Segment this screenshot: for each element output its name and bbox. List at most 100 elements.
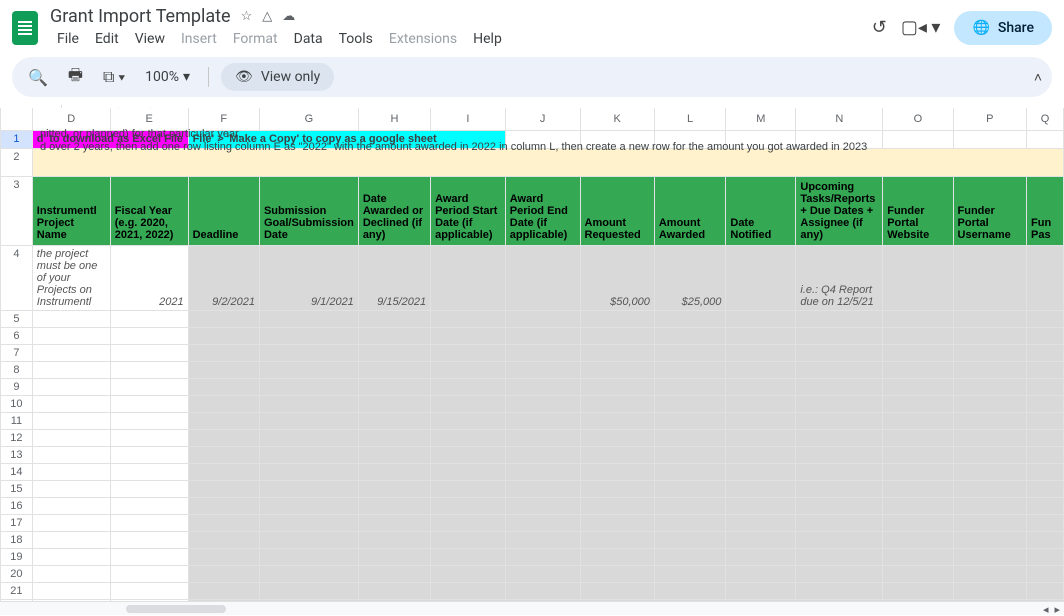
cell[interactable]	[358, 361, 430, 378]
menu-help[interactable]: Help	[466, 29, 509, 49]
cell[interactable]	[580, 480, 654, 497]
horizontal-scrollbar[interactable]: ◂ ▸	[0, 601, 1064, 615]
cell[interactable]	[431, 361, 506, 378]
row-header[interactable]: 18	[1, 531, 33, 548]
cell[interactable]	[726, 446, 796, 463]
cell[interactable]	[188, 327, 259, 344]
header-cell[interactable]: Instrumentl Project Name	[32, 176, 110, 245]
cell[interactable]	[883, 361, 953, 378]
cell[interactable]	[1027, 412, 1064, 429]
row-header[interactable]: 17	[1, 514, 33, 531]
cell[interactable]	[259, 429, 358, 446]
cell[interactable]	[796, 395, 883, 412]
cell[interactable]	[188, 548, 259, 565]
cell[interactable]	[883, 463, 953, 480]
header-cell[interactable]: Amount Requested	[580, 176, 654, 245]
cell[interactable]	[110, 378, 188, 395]
col-header[interactable]: P	[953, 108, 1026, 130]
menu-view[interactable]: View	[128, 29, 172, 49]
cell[interactable]	[358, 582, 430, 599]
cell[interactable]	[1027, 130, 1064, 148]
cell[interactable]	[259, 463, 358, 480]
scroll-left-icon[interactable]: ◂	[1043, 603, 1049, 616]
cell[interactable]	[953, 480, 1026, 497]
cell[interactable]	[1027, 480, 1064, 497]
cell[interactable]	[110, 446, 188, 463]
cell[interactable]	[259, 412, 358, 429]
cell[interactable]	[796, 361, 883, 378]
cell[interactable]	[1027, 463, 1064, 480]
cell[interactable]	[883, 130, 953, 148]
row-header[interactable]: 5	[1, 310, 33, 327]
cell[interactable]	[32, 378, 110, 395]
cell[interactable]	[32, 531, 110, 548]
cell[interactable]	[726, 130, 796, 148]
header-cell[interactable]: Amount Awarded	[654, 176, 726, 245]
cell[interactable]	[1027, 514, 1064, 531]
cell[interactable]	[726, 344, 796, 361]
cell[interactable]	[32, 361, 110, 378]
cell[interactable]	[110, 497, 188, 514]
cell[interactable]	[431, 412, 506, 429]
header-cell[interactable]: Upcoming Tasks/Reports + Due Dates + Ass…	[796, 176, 883, 245]
cell[interactable]	[726, 480, 796, 497]
cell[interactable]: $25,000	[654, 245, 726, 310]
col-header[interactable]: Q	[1027, 108, 1064, 130]
col-header[interactable]: M	[726, 108, 796, 130]
cell[interactable]	[1027, 429, 1064, 446]
cell[interactable]	[188, 310, 259, 327]
cell[interactable]	[188, 361, 259, 378]
cell[interactable]	[883, 327, 953, 344]
cell[interactable]	[654, 497, 726, 514]
cell[interactable]	[358, 378, 430, 395]
cell[interactable]	[110, 310, 188, 327]
cell[interactable]	[32, 429, 110, 446]
cell[interactable]	[259, 344, 358, 361]
spreadsheet-grid[interactable]: D E F G H I J K L M N O P Q 1 d' to down…	[0, 108, 1064, 601]
row-header[interactable]: 4	[1, 245, 33, 310]
cell[interactable]	[505, 429, 580, 446]
cell[interactable]	[110, 531, 188, 548]
header-cell[interactable]: Funder Portal Website	[883, 176, 953, 245]
cell[interactable]	[883, 412, 953, 429]
cell[interactable]	[431, 310, 506, 327]
cell[interactable]	[953, 582, 1026, 599]
col-header[interactable]: F	[188, 108, 259, 130]
header-cell[interactable]: Submission Goal/Submission Date	[259, 176, 358, 245]
cell[interactable]	[188, 582, 259, 599]
cell[interactable]	[654, 565, 726, 582]
move-icon[interactable]: △	[262, 9, 272, 24]
cell[interactable]	[953, 361, 1026, 378]
cell[interactable]	[505, 412, 580, 429]
row-header[interactable]: 13	[1, 446, 33, 463]
col-header[interactable]: H	[358, 108, 430, 130]
row-header[interactable]: 12	[1, 429, 33, 446]
cell[interactable]	[796, 130, 883, 148]
print-icon[interactable]: 🖶	[62, 60, 89, 95]
cell[interactable]	[32, 565, 110, 582]
header-cell[interactable]: Fun Pas	[1027, 176, 1064, 245]
cell[interactable]	[883, 582, 953, 599]
cell[interactable]	[883, 531, 953, 548]
cell[interactable]	[188, 429, 259, 446]
cell[interactable]	[953, 378, 1026, 395]
cell[interactable]	[1027, 582, 1064, 599]
cell[interactable]	[259, 531, 358, 548]
scroll-thumb[interactable]	[126, 605, 226, 613]
cell[interactable]	[580, 531, 654, 548]
cell[interactable]	[1027, 327, 1064, 344]
cell[interactable]	[654, 548, 726, 565]
cell[interactable]	[188, 497, 259, 514]
cell[interactable]	[505, 446, 580, 463]
cell[interactable]	[358, 514, 430, 531]
cell[interactable]	[796, 378, 883, 395]
filter-icon[interactable]: ⧉ ▾	[97, 63, 131, 91]
cell[interactable]	[431, 565, 506, 582]
cell[interactable]	[654, 514, 726, 531]
star-icon[interactable]: ☆	[241, 9, 253, 24]
cell[interactable]	[953, 344, 1026, 361]
cell[interactable]	[796, 463, 883, 480]
cell[interactable]	[358, 565, 430, 582]
cell[interactable]	[259, 361, 358, 378]
cell[interactable]	[953, 463, 1026, 480]
